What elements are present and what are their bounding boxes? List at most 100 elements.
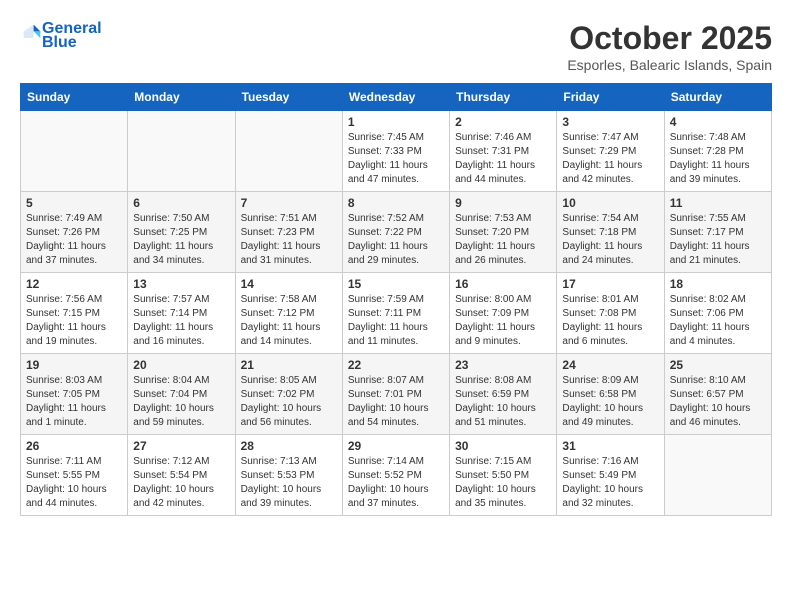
calendar-day-cell: 27 Sunrise: 7:12 AM Sunset: 5:54 PM Dayli… xyxy=(128,435,235,516)
day-number: 24 xyxy=(562,358,658,372)
weekday-header-row: SundayMondayTuesdayWednesdayThursdayFrid… xyxy=(21,84,772,111)
day-number: 13 xyxy=(133,277,229,291)
day-number: 12 xyxy=(26,277,122,291)
day-info: Sunrise: 8:05 AM Sunset: 7:02 PM Dayligh… xyxy=(241,374,337,430)
weekday-header: Tuesday xyxy=(235,84,342,111)
calendar-day-cell: 4Sunrise: 7:48 AM Sunset: 7:28 PM Daylig… xyxy=(664,111,771,192)
day-number: 26 xyxy=(26,439,122,453)
day-number: 15 xyxy=(348,277,444,291)
day-number: 27 xyxy=(133,439,229,453)
day-number: 20 xyxy=(133,358,229,372)
day-info: Sunrise: 7:58 AM Sunset: 7:12 PM Dayligh… xyxy=(241,293,337,349)
calendar-day-cell: 29 Sunrise: 7:14 AM Sunset: 5:52 PM Dayli… xyxy=(342,435,449,516)
calendar-day-cell xyxy=(235,111,342,192)
day-info: Sunrise: 7:51 AM Sunset: 7:23 PM Dayligh… xyxy=(241,212,337,268)
calendar-day-cell: 18 Sunrise: 8:02 AM Sunset: 7:06 PM Dayli… xyxy=(664,273,771,354)
weekday-header: Monday xyxy=(128,84,235,111)
weekday-header: Sunday xyxy=(21,84,128,111)
calendar-day-cell: 14 Sunrise: 7:58 AM Sunset: 7:12 PM Dayli… xyxy=(235,273,342,354)
day-info: Sunrise: 8:04 AM Sunset: 7:04 PM Dayligh… xyxy=(133,374,229,430)
calendar-day-cell: 24Sunrise: 8:09 AM Sunset: 6:58 PM Dayli… xyxy=(557,354,664,435)
day-number: 1 xyxy=(348,115,444,129)
day-info: Sunrise: 7:54 AM Sunset: 7:18 PM Dayligh… xyxy=(562,212,658,268)
day-info: Sunrise: 8:00 AM Sunset: 7:09 PM Dayligh… xyxy=(455,293,551,349)
day-number: 5 xyxy=(26,196,122,210)
day-number: 22 xyxy=(348,358,444,372)
page-header: General Blue October 2025 Esporles, Bale… xyxy=(20,20,772,73)
day-number: 30 xyxy=(455,439,551,453)
calendar-day-cell: 11Sunrise: 7:55 AM Sunset: 7:17 PM Dayli… xyxy=(664,192,771,273)
calendar-day-cell: 19 Sunrise: 8:03 AM Sunset: 7:05 PM Dayli… xyxy=(21,354,128,435)
day-info: Sunrise: 7:53 AM Sunset: 7:20 PM Dayligh… xyxy=(455,212,551,268)
calendar-day-cell: 23 Sunrise: 8:08 AM Sunset: 6:59 PM Dayli… xyxy=(450,354,557,435)
calendar-day-cell: 28 Sunrise: 7:13 AM Sunset: 5:53 PM Dayli… xyxy=(235,435,342,516)
weekday-header: Thursday xyxy=(450,84,557,111)
day-info: Sunrise: 7:57 AM Sunset: 7:14 PM Dayligh… xyxy=(133,293,229,349)
calendar-day-cell: 6 Sunrise: 7:50 AM Sunset: 7:25 PM Daylig… xyxy=(128,192,235,273)
calendar-week-row: 12 Sunrise: 7:56 AM Sunset: 7:15 PM Dayli… xyxy=(21,273,772,354)
calendar-week-row: 1 Sunrise: 7:45 AM Sunset: 7:33 PM Daylig… xyxy=(21,111,772,192)
calendar-day-cell: 13 Sunrise: 7:57 AM Sunset: 7:14 PM Dayli… xyxy=(128,273,235,354)
day-info: Sunrise: 7:56 AM Sunset: 7:15 PM Dayligh… xyxy=(26,293,122,349)
day-info: Sunrise: 7:11 AM Sunset: 5:55 PM Dayligh… xyxy=(26,455,122,511)
title-block: October 2025 Esporles, Balearic Islands,… xyxy=(567,20,772,73)
day-number: 19 xyxy=(26,358,122,372)
day-number: 6 xyxy=(133,196,229,210)
day-info: Sunrise: 7:50 AM Sunset: 7:25 PM Dayligh… xyxy=(133,212,229,268)
calendar-day-cell: 1 Sunrise: 7:45 AM Sunset: 7:33 PM Daylig… xyxy=(342,111,449,192)
day-info: Sunrise: 7:49 AM Sunset: 7:26 PM Dayligh… xyxy=(26,212,122,268)
day-number: 8 xyxy=(348,196,444,210)
weekday-header: Friday xyxy=(557,84,664,111)
day-info: Sunrise: 8:10 AM Sunset: 6:57 PM Dayligh… xyxy=(670,374,766,430)
day-number: 3 xyxy=(562,115,658,129)
day-number: 25 xyxy=(670,358,766,372)
day-info: Sunrise: 7:46 AM Sunset: 7:31 PM Dayligh… xyxy=(455,131,551,187)
day-info: Sunrise: 8:07 AM Sunset: 7:01 PM Dayligh… xyxy=(348,374,444,430)
day-number: 28 xyxy=(241,439,337,453)
day-info: Sunrise: 7:12 AM Sunset: 5:54 PM Dayligh… xyxy=(133,455,229,511)
calendar-day-cell: 25 Sunrise: 8:10 AM Sunset: 6:57 PM Dayli… xyxy=(664,354,771,435)
day-number: 29 xyxy=(348,439,444,453)
day-info: Sunrise: 7:13 AM Sunset: 5:53 PM Dayligh… xyxy=(241,455,337,511)
day-number: 31 xyxy=(562,439,658,453)
day-number: 10 xyxy=(562,196,658,210)
day-number: 14 xyxy=(241,277,337,291)
calendar-day-cell xyxy=(128,111,235,192)
day-number: 9 xyxy=(455,196,551,210)
weekday-header: Saturday xyxy=(664,84,771,111)
day-info: Sunrise: 8:08 AM Sunset: 6:59 PM Dayligh… xyxy=(455,374,551,430)
calendar-day-cell: 26 Sunrise: 7:11 AM Sunset: 5:55 PM Dayli… xyxy=(21,435,128,516)
day-info: Sunrise: 7:45 AM Sunset: 7:33 PM Dayligh… xyxy=(348,131,444,187)
day-info: Sunrise: 7:14 AM Sunset: 5:52 PM Dayligh… xyxy=(348,455,444,511)
weekday-header: Wednesday xyxy=(342,84,449,111)
day-number: 21 xyxy=(241,358,337,372)
calendar-day-cell: 31Sunrise: 7:16 AM Sunset: 5:49 PM Dayli… xyxy=(557,435,664,516)
day-number: 16 xyxy=(455,277,551,291)
calendar-day-cell: 16 Sunrise: 8:00 AM Sunset: 7:09 PM Dayli… xyxy=(450,273,557,354)
calendar-day-cell: 5 Sunrise: 7:49 AM Sunset: 7:26 PM Daylig… xyxy=(21,192,128,273)
calendar-week-row: 19 Sunrise: 8:03 AM Sunset: 7:05 PM Dayli… xyxy=(21,354,772,435)
day-info: Sunrise: 8:01 AM Sunset: 7:08 PM Dayligh… xyxy=(562,293,658,349)
day-number: 17 xyxy=(562,277,658,291)
day-number: 18 xyxy=(670,277,766,291)
calendar-day-cell: 2Sunrise: 7:46 AM Sunset: 7:31 PM Daylig… xyxy=(450,111,557,192)
calendar-week-row: 5 Sunrise: 7:49 AM Sunset: 7:26 PM Daylig… xyxy=(21,192,772,273)
day-number: 11 xyxy=(670,196,766,210)
calendar-day-cell: 9 Sunrise: 7:53 AM Sunset: 7:20 PM Daylig… xyxy=(450,192,557,273)
calendar-table: SundayMondayTuesdayWednesdayThursdayFrid… xyxy=(20,83,772,516)
day-info: Sunrise: 7:47 AM Sunset: 7:29 PM Dayligh… xyxy=(562,131,658,187)
calendar-day-cell: 3 Sunrise: 7:47 AM Sunset: 7:29 PM Daylig… xyxy=(557,111,664,192)
day-number: 7 xyxy=(241,196,337,210)
logo-icon xyxy=(22,23,42,43)
calendar-day-cell: 10 Sunrise: 7:54 AM Sunset: 7:18 PM Dayli… xyxy=(557,192,664,273)
calendar-day-cell xyxy=(664,435,771,516)
calendar-day-cell: 8Sunrise: 7:52 AM Sunset: 7:22 PM Daylig… xyxy=(342,192,449,273)
day-number: 4 xyxy=(670,115,766,129)
calendar-day-cell: 12 Sunrise: 7:56 AM Sunset: 7:15 PM Dayli… xyxy=(21,273,128,354)
day-number: 23 xyxy=(455,358,551,372)
logo: General Blue xyxy=(20,20,102,51)
calendar-day-cell: 7 Sunrise: 7:51 AM Sunset: 7:23 PM Daylig… xyxy=(235,192,342,273)
day-info: Sunrise: 7:15 AM Sunset: 5:50 PM Dayligh… xyxy=(455,455,551,511)
day-info: Sunrise: 8:02 AM Sunset: 7:06 PM Dayligh… xyxy=(670,293,766,349)
day-info: Sunrise: 8:03 AM Sunset: 7:05 PM Dayligh… xyxy=(26,374,122,430)
